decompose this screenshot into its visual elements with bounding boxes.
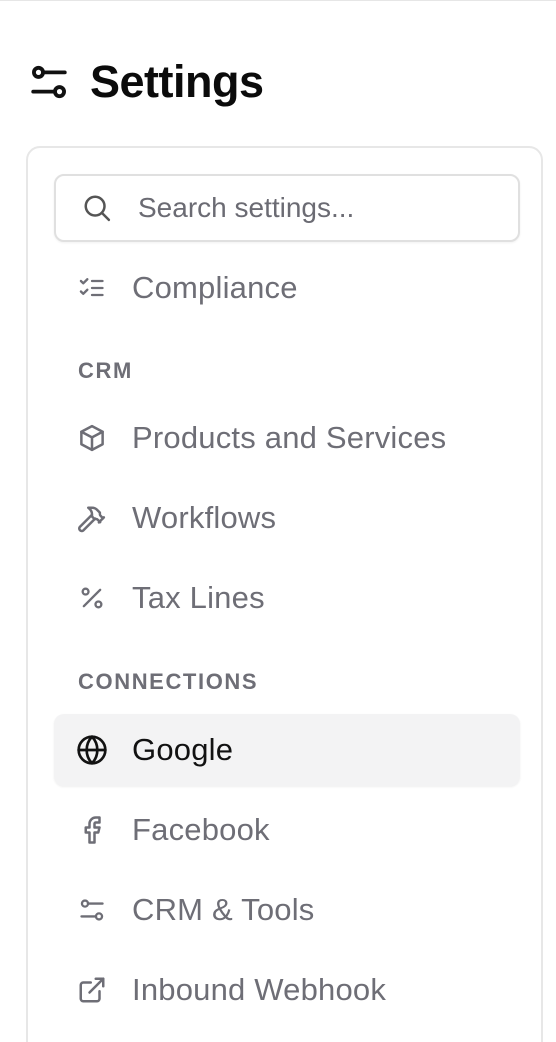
settings-page: Settings Complian bbox=[0, 0, 556, 1042]
list-checks-icon bbox=[76, 272, 108, 304]
section-title-crm: CRM bbox=[78, 358, 133, 383]
search-box[interactable] bbox=[54, 174, 520, 242]
settings-nav-panel: Compliance CRM Products and Services bbox=[26, 146, 543, 1042]
nav-item-label: Facebook bbox=[132, 812, 270, 847]
nav-item-crm-and-tools[interactable]: CRM & Tools bbox=[54, 874, 520, 946]
nav-item-label: Google bbox=[132, 732, 234, 767]
nav-item-products-and-services[interactable]: Products and Services bbox=[54, 402, 520, 474]
nav-item-label: Compliance bbox=[132, 270, 298, 305]
page-title: Settings bbox=[90, 56, 264, 107]
nav-item-workflows[interactable]: Workflows bbox=[54, 482, 520, 554]
nav-item-label: Workflows bbox=[132, 500, 277, 535]
nav-item-label: CRM & Tools bbox=[132, 892, 315, 927]
percent-icon bbox=[76, 582, 108, 614]
sliders-icon bbox=[76, 894, 108, 926]
facebook-icon bbox=[76, 814, 108, 846]
external-link-icon bbox=[76, 974, 108, 1006]
top-divider bbox=[0, 0, 556, 1]
nav-item-label: Products and Services bbox=[132, 420, 447, 455]
hammer-icon bbox=[76, 502, 108, 534]
nav-item-facebook[interactable]: Facebook bbox=[54, 794, 520, 866]
section-title-connections: CONNECTIONS bbox=[78, 669, 259, 694]
box-icon bbox=[76, 422, 108, 454]
nav-item-inbound-webhook[interactable]: Inbound Webhook bbox=[54, 954, 520, 1026]
nav-item-compliance[interactable]: Compliance bbox=[54, 252, 520, 324]
nav-item-google[interactable]: Google bbox=[54, 714, 520, 786]
settings-sliders-icon bbox=[28, 61, 70, 103]
globe-icon bbox=[76, 734, 108, 766]
page-header: Settings bbox=[28, 52, 264, 112]
nav-item-label: Tax Lines bbox=[132, 580, 265, 615]
search-icon bbox=[80, 191, 114, 225]
nav-item-label: Inbound Webhook bbox=[132, 972, 387, 1007]
search-input[interactable] bbox=[138, 192, 498, 224]
nav-item-tax-lines[interactable]: Tax Lines bbox=[54, 562, 520, 634]
